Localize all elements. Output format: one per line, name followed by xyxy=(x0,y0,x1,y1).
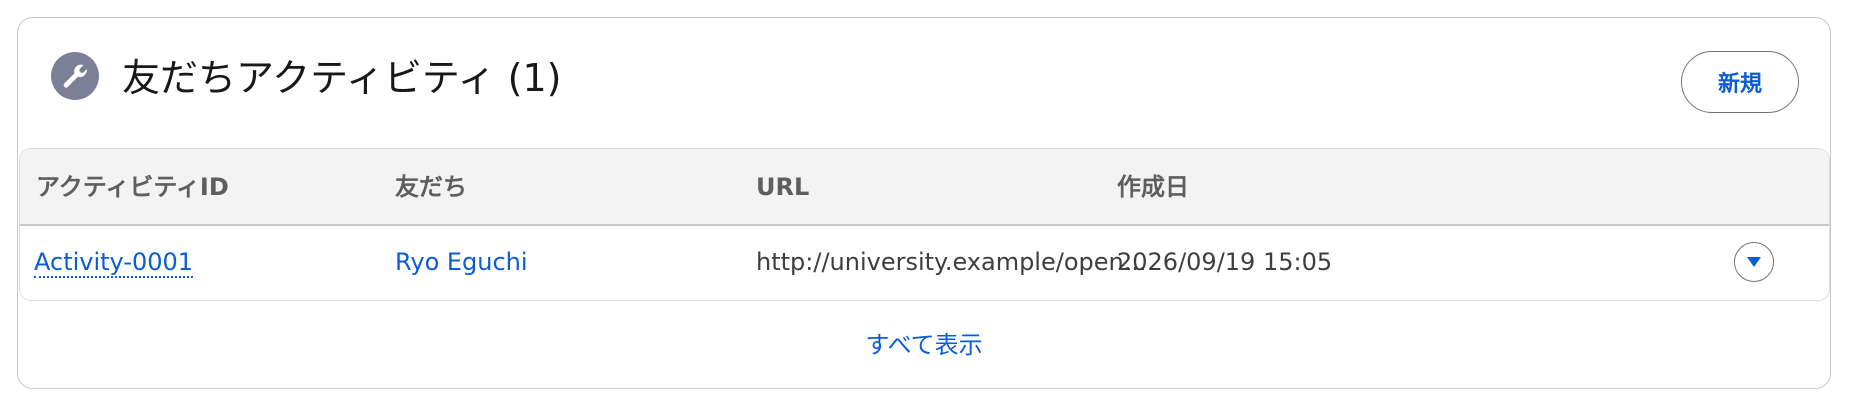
created-date-cell: 2026/09/19 15:05 xyxy=(1117,248,1333,276)
url-cell: http://university.example/open... xyxy=(756,248,1147,276)
column-header-url[interactable]: URL xyxy=(756,171,809,203)
card-footer: すべて表示 xyxy=(18,301,1830,388)
related-list-card: 友だちアクティビティ (1) 新規 アクティビティID 友だち URL 作成日 … xyxy=(17,17,1831,389)
data-table: アクティビティID 友だち URL 作成日 Activity-0001 Ryo … xyxy=(19,148,1830,301)
chevron-down-icon xyxy=(1747,257,1761,267)
activity-id-link[interactable]: Activity-0001 xyxy=(34,248,194,278)
row-actions-button[interactable] xyxy=(1734,242,1774,282)
column-header-created-date[interactable]: 作成日 xyxy=(1117,171,1189,203)
activity-id-cell: Activity-0001 xyxy=(34,246,194,278)
card-title: 友だちアクティビティ (1) xyxy=(122,56,562,100)
wrench-icon-graphic xyxy=(63,64,88,88)
new-button[interactable]: 新規 xyxy=(1681,51,1799,113)
wrench-icon xyxy=(51,52,99,100)
view-all-link[interactable]: すべて表示 xyxy=(865,325,982,360)
column-header-friend[interactable]: 友だち xyxy=(395,171,467,203)
column-header-activity-id[interactable]: アクティビティID xyxy=(36,171,229,203)
friend-link[interactable]: Ryo Eguchi xyxy=(395,246,528,278)
card-header: 友だちアクティビティ (1) 新規 xyxy=(18,18,1830,148)
table-header: アクティビティID 友だち URL 作成日 xyxy=(20,149,1829,226)
table-row: Activity-0001 Ryo Eguchi http://universi… xyxy=(20,226,1829,300)
